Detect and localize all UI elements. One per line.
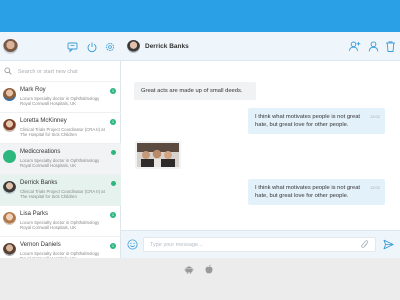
search-input[interactable]: [18, 66, 116, 78]
contact-item-mediccreations[interactable]: Mediccreations Locum Specialty doctor in…: [0, 144, 121, 175]
add-user-icon[interactable]: [348, 40, 361, 53]
contact-item-lisa-parks[interactable]: Lisa Parks Locum Specialty doctor in Oph…: [0, 206, 121, 237]
contact-item-loretta-mckinney[interactable]: Loretta McKinney Clinical Trials Project…: [0, 113, 121, 144]
contact-name: Loretta McKinney: [20, 118, 67, 124]
my-avatar[interactable]: [3, 39, 18, 54]
avatar: [3, 119, 16, 132]
unread-badge: 1: [110, 119, 116, 125]
android-icon: [184, 266, 194, 274]
apple-icon: [205, 264, 213, 274]
search-icon: [4, 67, 12, 75]
chat-pane: Derrick Banks Great acts are made up of …: [121, 32, 400, 258]
message-input[interactable]: [143, 237, 376, 252]
contact-name: Lisa Parks: [20, 211, 49, 217]
top-bar: [0, 0, 400, 32]
chat-app: Mark Roy Locum Specialty doctor in Ophth…: [0, 32, 400, 268]
platform-bar: [0, 258, 400, 300]
contact-subtitle: Locum Specialty doctor in OphthalmologyR…: [20, 220, 100, 231]
contact-name: Derrick Banks: [20, 180, 58, 186]
contact-item-derrick-banks[interactable]: Derrick Banks Clinical Trials Project Co…: [0, 175, 121, 206]
message-photo[interactable]: [135, 141, 181, 169]
sidebar: Mark Roy Locum Specialty doctor in Ophth…: [0, 32, 121, 268]
message-time: 12:02: [369, 114, 380, 119]
avatar: [3, 243, 16, 256]
new-chat-icon[interactable]: [67, 41, 79, 53]
message-outgoing: I think what motivates people is not gre…: [248, 179, 385, 205]
sidebar-header: [0, 32, 121, 61]
emoji-icon[interactable]: [127, 239, 138, 250]
search-bar: [0, 62, 121, 82]
avatar: [3, 150, 16, 163]
chat-contact-name: Derrick Banks: [145, 43, 189, 50]
unread-badge: 1: [110, 243, 116, 249]
composer: [121, 230, 400, 258]
message-incoming: Great acts are made up of small deeds.: [134, 82, 256, 100]
power-icon[interactable]: [86, 41, 98, 53]
unread-badge: 1: [110, 212, 116, 218]
contact-subtitle: Locum Specialty doctor in OphthalmologyR…: [20, 158, 100, 169]
trash-icon[interactable]: [384, 40, 397, 53]
unread-badge: 1: [110, 88, 116, 94]
contact-list: Mark Roy Locum Specialty doctor in Ophth…: [0, 82, 121, 268]
contact-subtitle: Locum Specialty doctor in OphthalmologyR…: [20, 96, 100, 107]
contact-subtitle: Clinical Trials Project Coordinator (CRA…: [20, 127, 105, 138]
user-profile-icon[interactable]: [367, 40, 380, 53]
contact-name: Vernon Daniels: [20, 242, 61, 248]
send-icon[interactable]: [383, 239, 394, 250]
contact-subtitle: Clinical Trials Project Coordinator (CRA…: [20, 189, 105, 200]
photo-image: [137, 143, 179, 167]
online-indicator: [111, 150, 116, 155]
avatar: [3, 181, 16, 194]
attachment-icon[interactable]: [361, 240, 369, 249]
settings-gear-icon[interactable]: [104, 41, 116, 53]
message-outgoing: I think what motivates people is not gre…: [248, 108, 385, 134]
avatar: [3, 212, 16, 225]
contact-name: Mark Roy: [20, 87, 46, 93]
contact-avatar[interactable]: [127, 40, 140, 53]
avatar: [3, 88, 16, 101]
contact-name: Mediccreations: [20, 149, 61, 155]
chat-header: Derrick Banks: [121, 32, 400, 61]
online-indicator: [111, 181, 116, 186]
contact-item-mark-roy[interactable]: Mark Roy Locum Specialty doctor in Ophth…: [0, 82, 121, 113]
message-time: 12:02: [369, 185, 380, 190]
